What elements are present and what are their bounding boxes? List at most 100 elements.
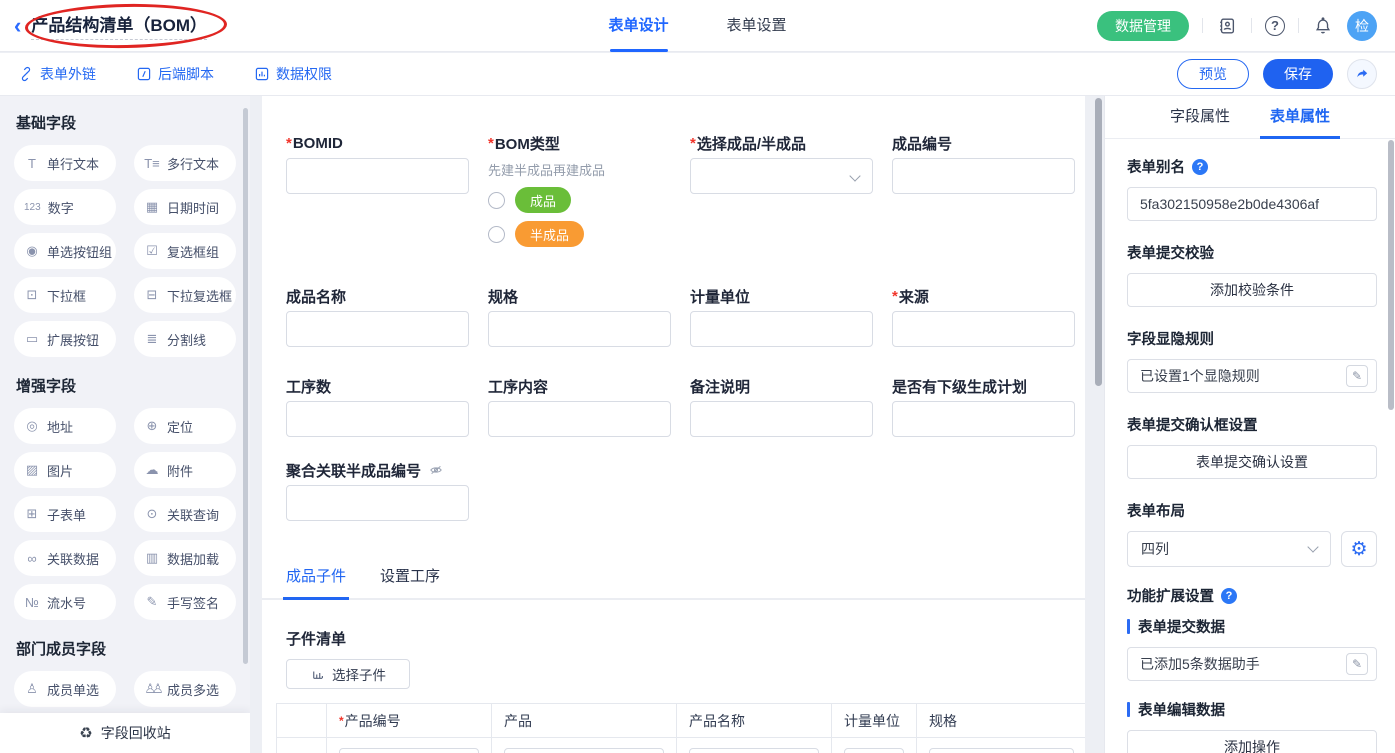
select-product-dropdown[interactable] — [690, 158, 873, 194]
window-scrollbar[interactable] — [1388, 140, 1394, 410]
data-permission-button[interactable]: 数据权限 — [254, 64, 332, 84]
field-item-divider-line[interactable]: ≣分割线 — [134, 321, 236, 357]
field-spec[interactable]: 规格 — [488, 285, 671, 347]
edit-icon[interactable]: ✎ — [1346, 653, 1368, 675]
bomid-input[interactable] — [286, 158, 469, 194]
field-item-checkbox-group[interactable]: ☑复选框组 — [134, 233, 236, 269]
field-unit[interactable]: 计量单位 — [690, 285, 873, 347]
bom-type-option-finished[interactable]: 成品 — [488, 187, 671, 213]
spec-input[interactable] — [488, 311, 671, 347]
field-source[interactable]: *来源 — [892, 285, 1075, 347]
avatar[interactable]: 检 — [1347, 11, 1377, 41]
product-name-cell-input[interactable] — [689, 748, 819, 753]
bom-type-option-semi-finished[interactable]: 半成品 — [488, 221, 671, 247]
field-item-address[interactable]: ◎地址 — [14, 408, 116, 444]
dropdown-icon: ⊡ — [24, 287, 40, 303]
radio-button[interactable] — [488, 226, 505, 243]
field-item-serial-number[interactable]: №流水号 — [14, 584, 116, 620]
field-item-attachment[interactable]: ☁附件 — [134, 452, 236, 488]
field-item-image[interactable]: ▨图片 — [14, 452, 116, 488]
backend-script-button[interactable]: 后端脚本 — [136, 64, 214, 84]
field-item-multi-dropdown[interactable]: ⊟下拉复选框 — [134, 277, 236, 313]
canvas-scrollbar[interactable] — [1095, 98, 1102, 386]
field-recycle-bin-button[interactable]: ♻ 字段回收站 — [0, 713, 250, 753]
field-item-radio-group[interactable]: ◉单选按钮组 — [14, 233, 116, 269]
select-subitem-button[interactable]: 选择子件 — [286, 659, 410, 689]
tab-label: 成品子件 — [286, 568, 346, 585]
help-icon[interactable]: ? — [1221, 588, 1237, 604]
tab-form-design[interactable]: 表单设计 — [608, 0, 668, 52]
spec-cell-input[interactable] — [929, 748, 1074, 753]
field-agg-code[interactable]: 聚合关联半成品编号 — [286, 459, 469, 521]
tab-process-setup[interactable]: 设置工序 — [380, 565, 440, 598]
link-icon — [18, 66, 34, 82]
chevron-down-icon — [1307, 541, 1318, 552]
field-item-member-multi[interactable]: ♙♙成员多选 — [134, 671, 236, 707]
field-item-member-single[interactable]: ♙成员单选 — [14, 671, 116, 707]
field-item-location[interactable]: ⊕定位 — [134, 408, 236, 444]
tab-field-properties[interactable]: 字段属性 — [1170, 105, 1230, 138]
back-icon[interactable]: ‹ — [14, 15, 21, 37]
field-product-name[interactable]: 成品名称 — [286, 285, 469, 347]
field-has-sub-plan[interactable]: 是否有下级生成计划 — [892, 375, 1075, 437]
data-manage-button[interactable]: 数据管理 — [1097, 11, 1189, 41]
layout-settings-button[interactable]: ⚙ — [1341, 531, 1377, 567]
field-item-single-line-text[interactable]: T单行文本 — [14, 145, 116, 181]
field-item-multi-line-text[interactable]: T≡多行文本 — [134, 145, 236, 181]
source-input[interactable] — [892, 311, 1075, 347]
product-code-cell-input[interactable] — [339, 748, 479, 753]
field-item-label: 数据加载 — [167, 549, 219, 568]
tab-form-settings[interactable]: 表单设置 — [727, 0, 787, 52]
tab-form-properties[interactable]: 表单属性 — [1270, 105, 1330, 138]
field-item-linked-query[interactable]: ⊙关联查询 — [134, 496, 236, 532]
unit-cell-input[interactable] — [844, 748, 904, 753]
field-select-product[interactable]: *选择成品/半成品 — [690, 132, 873, 194]
field-remark[interactable]: 备注说明 — [690, 375, 873, 437]
add-check-condition-button[interactable]: 添加校验条件 — [1127, 273, 1377, 307]
submit-data-box[interactable]: 已添加5条数据助手 ✎ — [1127, 647, 1377, 681]
help-icon[interactable]: ? — [1265, 16, 1285, 36]
agg-code-input[interactable] — [286, 485, 469, 521]
unit-input[interactable] — [690, 311, 873, 347]
field-item-number[interactable]: 123数字 — [14, 189, 116, 225]
field-item-signature[interactable]: ✎手写签名 — [134, 584, 236, 620]
field-item-linked-data[interactable]: ∞关联数据 — [14, 540, 116, 576]
field-item-extend-button[interactable]: ▭扩展按钮 — [14, 321, 116, 357]
field-process-content[interactable]: 工序内容 — [488, 375, 671, 437]
visibility-rules-box[interactable]: 已设置1个显隐规则 ✎ — [1127, 359, 1377, 393]
submit-data-label: 表单提交数据 — [1127, 616, 1377, 637]
sidebar-scrollbar[interactable] — [243, 108, 248, 664]
form-alias-input[interactable]: 5fa302150958e2b0de4306af — [1127, 187, 1377, 221]
remark-input[interactable] — [690, 401, 873, 437]
edit-icon[interactable]: ✎ — [1346, 365, 1368, 387]
form-external-link-button[interactable]: 表单外链 — [18, 64, 96, 84]
process-content-input[interactable] — [488, 401, 671, 437]
tab-product-subitems[interactable]: 成品子件 — [286, 565, 346, 598]
product-code-input[interactable] — [892, 158, 1075, 194]
field-bomid[interactable]: *BOMID — [286, 132, 469, 194]
avatar-text: 检 — [1355, 16, 1369, 36]
share-button[interactable] — [1347, 59, 1377, 89]
field-product-code[interactable]: 成品编号 — [892, 132, 1075, 194]
submit-confirm-settings-button[interactable]: 表单提交确认设置 — [1127, 445, 1377, 479]
page-title[interactable]: 产品结构清单（BOM） — [31, 11, 207, 40]
has-sub-plan-input[interactable] — [892, 401, 1075, 437]
preview-button[interactable]: 预览 — [1177, 59, 1249, 89]
visibility-rules-value: 已设置1个显隐规则 — [1140, 366, 1260, 386]
add-operation-button[interactable]: 添加操作 — [1127, 730, 1377, 753]
field-item-dropdown[interactable]: ⊡下拉框 — [14, 277, 116, 313]
field-process-count[interactable]: 工序数 — [286, 375, 469, 437]
layout-select[interactable]: 四列 — [1127, 531, 1331, 567]
product-name-input[interactable] — [286, 311, 469, 347]
save-button[interactable]: 保存 — [1263, 59, 1333, 89]
field-item-subform[interactable]: ⊞子表单 — [14, 496, 116, 532]
address-book-icon[interactable] — [1216, 15, 1238, 37]
radio-button[interactable] — [488, 192, 505, 209]
process-count-input[interactable] — [286, 401, 469, 437]
notification-bell-icon[interactable] — [1312, 15, 1334, 37]
help-icon[interactable]: ? — [1192, 159, 1208, 175]
field-bom-type[interactable]: *BOM类型 先建半成品再建成品 成品 半成品 — [488, 132, 671, 247]
field-item-datetime[interactable]: ▦日期时间 — [134, 189, 236, 225]
product-cell-input[interactable] — [504, 748, 664, 753]
field-item-data-load[interactable]: ▥数据加载 — [134, 540, 236, 576]
